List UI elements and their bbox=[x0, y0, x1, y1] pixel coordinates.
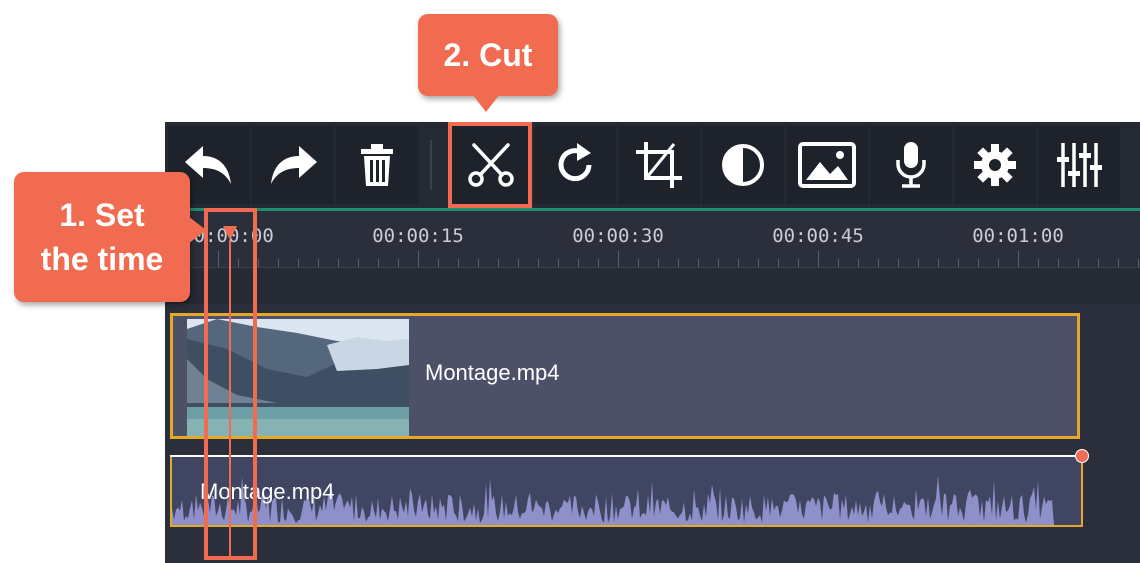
cut-callout: 2. Cut bbox=[418, 14, 558, 96]
rotate-icon bbox=[558, 143, 592, 182]
ruler-tick bbox=[658, 259, 659, 267]
ruler-tick bbox=[698, 259, 699, 267]
crop-icon bbox=[636, 142, 682, 188]
volume-handle[interactable] bbox=[1075, 449, 1089, 463]
ruler-tick bbox=[938, 259, 939, 267]
ruler-tick bbox=[498, 259, 499, 267]
timeline-track-header bbox=[165, 267, 1140, 304]
rotate-button[interactable] bbox=[534, 126, 616, 204]
cut-highlight-frame bbox=[448, 122, 532, 208]
video-editor: 00:00:00 00:00:15 00:00:30 00:00:45 00:0… bbox=[165, 122, 1140, 563]
ruler-tick bbox=[878, 259, 879, 267]
ruler-tick bbox=[478, 259, 479, 267]
microphone-icon bbox=[896, 142, 926, 188]
redo-button[interactable] bbox=[252, 126, 334, 204]
time-ruler[interactable]: 00:00:00 00:00:15 00:00:30 00:00:45 00:0… bbox=[165, 211, 1140, 267]
playhead-line[interactable] bbox=[229, 240, 231, 560]
ruler-tick bbox=[438, 259, 439, 267]
video-clip[interactable]: Montage.mp4 bbox=[170, 313, 1080, 439]
image-icon bbox=[798, 142, 856, 188]
ruler-tick bbox=[258, 259, 259, 267]
ruler-tick bbox=[298, 259, 299, 267]
set-time-line2: the time bbox=[40, 241, 164, 277]
ruler-tick bbox=[958, 259, 959, 267]
contrast-icon bbox=[722, 144, 764, 186]
timeline-toolbar bbox=[165, 122, 1140, 208]
ruler-tick bbox=[538, 259, 539, 267]
ruler-tick bbox=[378, 259, 379, 267]
ruler-tick bbox=[718, 259, 719, 267]
ruler-tick bbox=[1098, 259, 1099, 267]
ruler-tick bbox=[278, 259, 279, 267]
ruler-tick bbox=[838, 259, 839, 267]
ruler-tick bbox=[418, 251, 419, 267]
ruler-tick bbox=[618, 251, 619, 267]
ruler-tick bbox=[798, 259, 799, 267]
delete-button[interactable] bbox=[336, 126, 418, 204]
ruler-tick bbox=[458, 259, 459, 267]
ruler-tick bbox=[398, 259, 399, 267]
ruler-tick bbox=[338, 259, 339, 267]
ruler-tick bbox=[778, 259, 779, 267]
ruler-tick bbox=[898, 259, 899, 267]
ruler-label: 00:01:00 bbox=[972, 225, 1064, 247]
ruler-tick bbox=[918, 259, 919, 267]
ruler-tick bbox=[578, 259, 579, 267]
trash-icon bbox=[361, 144, 393, 186]
ruler-tick bbox=[1138, 259, 1139, 267]
ruler-tick bbox=[978, 259, 979, 267]
ruler-label: 00:00:15 bbox=[372, 225, 464, 247]
toolbar-separator bbox=[430, 140, 432, 190]
ruler-label: 00:00:45 bbox=[772, 225, 864, 247]
gear-icon bbox=[974, 144, 1016, 186]
ruler-tick bbox=[858, 259, 859, 267]
ruler-tick bbox=[678, 259, 679, 267]
ruler-tick bbox=[358, 259, 359, 267]
volume-line[interactable] bbox=[170, 455, 1083, 457]
ruler-tick bbox=[1118, 259, 1119, 267]
redo-icon bbox=[271, 146, 317, 184]
ruler-tick bbox=[1038, 259, 1039, 267]
record-audio-button[interactable] bbox=[870, 126, 952, 204]
ruler-tick bbox=[638, 259, 639, 267]
ruler-tick bbox=[738, 259, 739, 267]
ruler-tick bbox=[318, 259, 319, 267]
playhead-marker[interactable] bbox=[223, 226, 237, 240]
ruler-tick bbox=[1018, 251, 1019, 267]
ruler-tick bbox=[558, 259, 559, 267]
set-time-callout-pointer bbox=[188, 216, 206, 244]
ruler-tick bbox=[758, 259, 759, 267]
ruler-tick bbox=[598, 259, 599, 267]
ruler-tick bbox=[818, 251, 819, 267]
audio-clip[interactable]: Montage.mp4 bbox=[170, 455, 1083, 527]
ruler-tick bbox=[1078, 259, 1079, 267]
set-time-callout: 1. Set the time bbox=[14, 172, 190, 302]
color-adjust-button[interactable] bbox=[702, 126, 784, 204]
set-time-line1: 1. Set bbox=[59, 197, 145, 233]
ruler-tick bbox=[518, 259, 519, 267]
ruler-label: 00:00:30 bbox=[572, 225, 664, 247]
video-clip-name: Montage.mp4 bbox=[425, 360, 560, 385]
undo-icon bbox=[185, 146, 231, 184]
crop-button[interactable] bbox=[618, 126, 700, 204]
cut-callout-pointer bbox=[472, 94, 500, 112]
ruler-tick bbox=[1058, 259, 1059, 267]
sliders-icon bbox=[1057, 143, 1102, 187]
equalizer-button[interactable] bbox=[1038, 126, 1120, 204]
settings-button[interactable] bbox=[954, 126, 1036, 204]
image-button[interactable] bbox=[786, 126, 868, 204]
ruler-tick bbox=[998, 259, 999, 267]
